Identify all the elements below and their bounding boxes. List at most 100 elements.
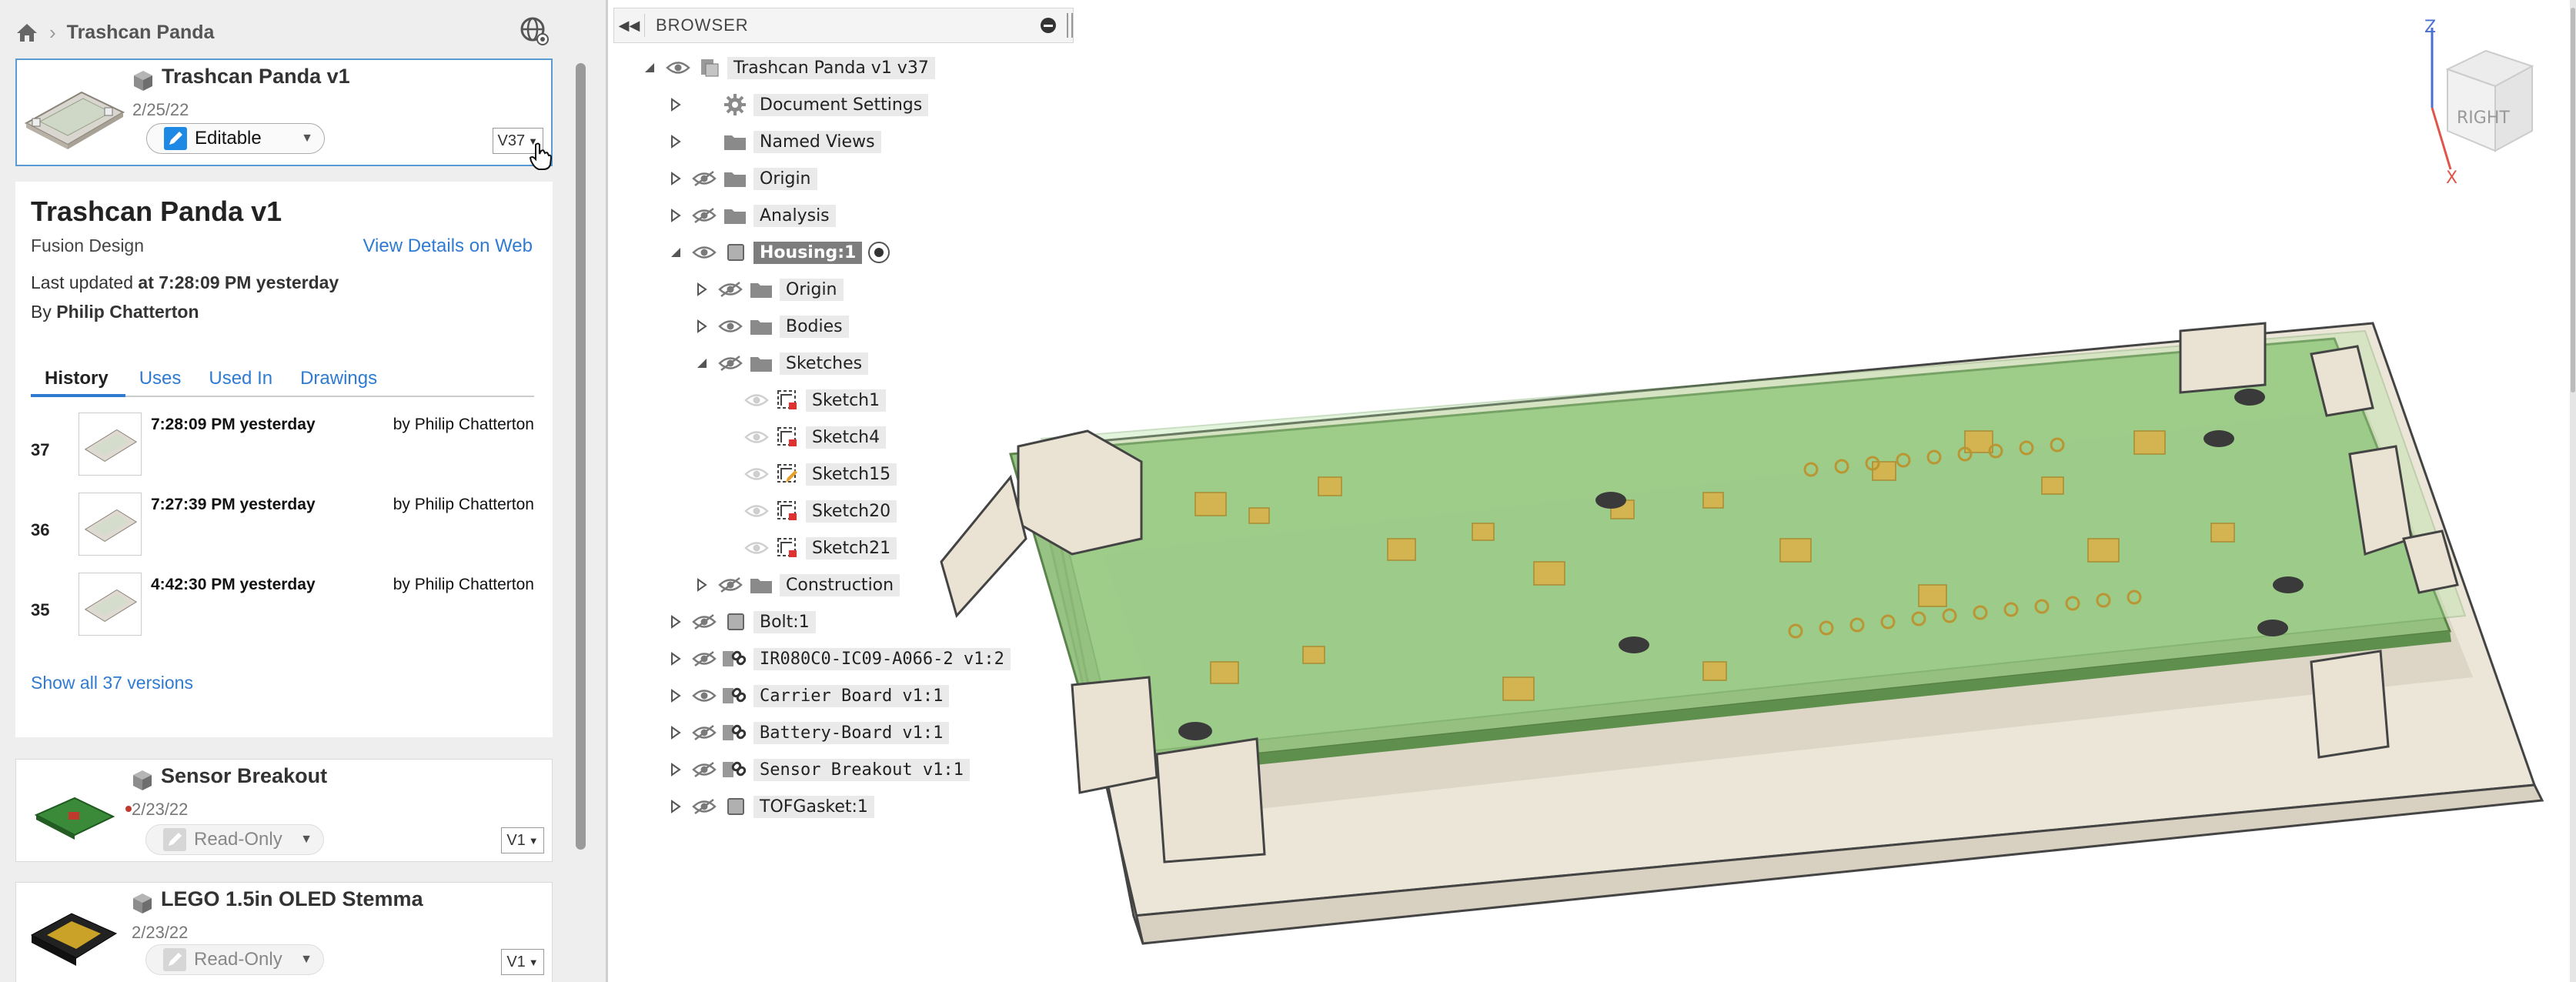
details-type: Fusion Design <box>31 235 145 256</box>
link-icon <box>723 687 747 703</box>
eye-hidden-icon[interactable] <box>692 761 717 778</box>
eye-hidden-icon[interactable] <box>692 798 717 815</box>
eye-hidden-icon[interactable] <box>692 613 717 630</box>
history-row[interactable]: 36 7:27:39 PM yesterday by Philip Chatte… <box>31 493 534 563</box>
browser-node[interactable]: Construction <box>693 569 900 600</box>
browser-node[interactable]: Sketch1 <box>720 385 887 416</box>
collapse-triangle-icon[interactable] <box>693 355 710 372</box>
design-card[interactable]: Sensor Breakout 2/23/22 Read-Only ▼ V1 ▼ <box>15 759 553 862</box>
view-details-link[interactable]: View Details on Web <box>363 235 533 257</box>
eye-hidden-icon[interactable] <box>718 576 743 593</box>
eye-icon[interactable] <box>718 318 743 335</box>
read-only-status-dropdown[interactable]: Read-Only ▼ <box>145 944 324 975</box>
browser-node[interactable]: Sketch15 <box>720 459 897 489</box>
eye-disabled-icon[interactable] <box>744 539 769 556</box>
browser-node[interactable]: Bolt:1 <box>667 606 816 637</box>
browser-node[interactable]: Origin <box>667 163 817 194</box>
eye-disabled-icon[interactable] <box>744 466 769 483</box>
browser-node-label: Named Views <box>753 130 881 153</box>
browser-node[interactable]: Sketch20 <box>720 496 897 526</box>
browser-node[interactable]: Sensor Breakout v1:1 <box>667 754 970 785</box>
design-card[interactable]: LEGO 1.5in OLED Stemma 2/23/22 Read-Only… <box>15 882 553 982</box>
browser-node[interactable]: Battery-Board v1:1 <box>667 717 950 748</box>
expand-triangle-icon[interactable] <box>667 650 684 667</box>
expand-triangle-icon[interactable] <box>667 687 684 704</box>
history-row[interactable]: 37 7:28:09 PM yesterday by Philip Chatte… <box>31 413 534 483</box>
eye-hidden-icon[interactable] <box>692 170 717 187</box>
eye-hidden-icon[interactable] <box>692 724 717 741</box>
expand-triangle-icon[interactable] <box>667 613 684 630</box>
globe-icon[interactable] <box>519 15 550 46</box>
expand-triangle-icon[interactable] <box>667 724 684 741</box>
tab-uses[interactable]: Uses <box>125 363 195 397</box>
link-icon <box>723 650 747 666</box>
version-dropdown[interactable]: V1 ▼ <box>501 827 544 853</box>
author-prefix: By <box>31 302 52 322</box>
editable-status-dropdown[interactable]: Editable ▼ <box>146 123 325 154</box>
expand-triangle-icon[interactable] <box>667 170 684 187</box>
eye-hidden-icon[interactable] <box>718 281 743 298</box>
breadcrumb-current[interactable]: Trashcan Panda <box>67 22 215 44</box>
browser-node-label: Analysis <box>753 204 836 227</box>
selected-design-card[interactable]: Trashcan Panda v1 2/25/22 Editable ▼ V37… <box>15 58 553 170</box>
resize-grip-icon[interactable] <box>1067 13 1073 38</box>
expand-triangle-icon[interactable] <box>693 576 710 593</box>
eye-icon[interactable] <box>692 244 717 261</box>
expand-triangle-icon[interactable] <box>667 207 684 224</box>
design-type-icon <box>134 71 152 91</box>
browser-node[interactable]: IR080C0-IC09-A066-2 v1:2 <box>667 643 1011 674</box>
eye-disabled-icon[interactable] <box>744 503 769 519</box>
version-label: V37 <box>497 132 526 149</box>
eye-disabled-icon[interactable] <box>744 392 769 409</box>
tab-drawings[interactable]: Drawings <box>286 363 391 397</box>
viewport-scrollbar[interactable] <box>2570 0 2576 982</box>
browser-node[interactable]: Housing:1 <box>667 237 890 268</box>
browser-node[interactable]: Sketch4 <box>720 422 887 453</box>
viewcube[interactable]: Z X RIGHT <box>2401 15 2540 192</box>
panel-scrollbar[interactable] <box>576 63 586 850</box>
browser-node[interactable]: Analysis <box>667 200 836 231</box>
gear-icon <box>724 94 746 115</box>
model-viewport[interactable] <box>610 0 2576 982</box>
version-dropdown[interactable]: V1 ▼ <box>501 949 544 975</box>
eye-icon[interactable] <box>666 59 690 76</box>
expand-triangle-icon[interactable] <box>667 761 684 778</box>
expand-triangle-icon[interactable] <box>693 281 710 298</box>
browser-node-label: Sketch21 <box>806 536 897 559</box>
browser-node[interactable]: Document Settings <box>667 89 929 120</box>
eye-hidden-icon[interactable] <box>718 355 743 372</box>
expand-triangle-icon[interactable] <box>667 96 684 113</box>
home-icon[interactable] <box>15 22 38 43</box>
browser-node[interactable]: TOFGasket:1 <box>667 791 874 822</box>
folder-icon <box>724 209 746 224</box>
browser-node[interactable]: Bodies <box>693 311 849 342</box>
design-canvas[interactable]: ◀◀ BROWSER Trashcan Panda v1 v37 Document… <box>610 0 2576 982</box>
activate-radio-icon[interactable] <box>868 242 890 263</box>
eye-hidden-icon[interactable] <box>692 650 717 667</box>
eye-icon[interactable] <box>692 687 717 704</box>
eye-disabled-icon[interactable] <box>744 429 769 446</box>
browser-node[interactable]: Origin <box>693 274 844 305</box>
show-all-versions-link[interactable]: Show all 37 versions <box>31 673 193 693</box>
tab-used-in[interactable]: Used In <box>195 363 286 397</box>
eye-hidden-icon[interactable] <box>692 207 717 224</box>
browser-header[interactable]: ◀◀ BROWSER <box>613 8 1074 43</box>
tab-history[interactable]: History <box>31 363 125 397</box>
collapse-triangle-icon[interactable] <box>667 244 684 261</box>
history-row[interactable]: 35 4:42:30 PM yesterday by Philip Chatte… <box>31 573 534 643</box>
browser-node[interactable]: Trashcan Panda v1 v37 <box>641 52 935 83</box>
read-only-status-dropdown[interactable]: Read-Only ▼ <box>145 824 324 855</box>
double-chevron-left-icon[interactable]: ◀◀ <box>614 14 645 37</box>
browser-node[interactable]: Named Views <box>667 126 881 157</box>
card-date: 2/23/22 <box>132 800 189 819</box>
expand-triangle-icon[interactable] <box>667 133 684 150</box>
browser-node[interactable]: Sketch21 <box>720 533 897 563</box>
browser-node[interactable]: Carrier Board v1:1 <box>667 680 950 711</box>
collapse-triangle-icon[interactable] <box>641 59 658 76</box>
minimize-icon[interactable] <box>1041 18 1056 33</box>
expand-triangle-icon[interactable] <box>667 798 684 815</box>
expand-triangle-icon[interactable] <box>693 318 710 335</box>
browser-node[interactable]: Sketches <box>693 348 869 379</box>
